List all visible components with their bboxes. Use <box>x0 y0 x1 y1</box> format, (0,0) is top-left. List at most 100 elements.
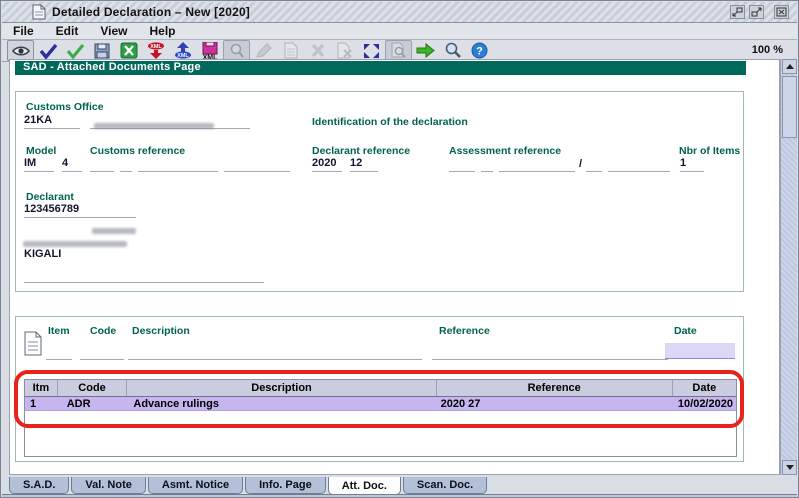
tab-info-page[interactable]: Info. Page <box>245 477 326 494</box>
declaration-panel: Customs Office 21KA Identification of th… <box>15 91 744 292</box>
cell-reference: 2020 27 <box>440 397 481 410</box>
cell-code: ADR <box>66 397 91 410</box>
xml-export-icon[interactable]: XML <box>142 40 169 61</box>
menu-edit[interactable]: Edit <box>45 24 90 38</box>
window-title: Detailed Declaration – New [2020] <box>52 5 251 19</box>
declarant-code-field[interactable]: 123456789 <box>24 203 136 218</box>
date-input[interactable] <box>665 343 735 359</box>
model-label: Model <box>26 145 57 157</box>
customs-ref-number-field[interactable] <box>138 157 218 172</box>
cell-itm: 1 <box>30 397 37 410</box>
assessment-ref-date-field[interactable] <box>608 157 670 172</box>
model-type-field[interactable]: IM <box>24 157 54 172</box>
svg-text:?: ? <box>476 46 483 58</box>
cell-description: Advance rulings <box>133 397 219 410</box>
export-excel-icon[interactable] <box>115 40 142 61</box>
declarant-city: KIGALI <box>24 248 62 260</box>
tab-sad[interactable]: S.A.D. <box>9 477 70 494</box>
redacted-text <box>92 228 136 234</box>
assessment-ref-separator: / <box>579 158 583 170</box>
nbr-of-items-label: Nbr of Items <box>679 145 741 157</box>
vertical-scrollbar[interactable] <box>780 59 797 475</box>
print-preview-icon <box>385 40 412 61</box>
attached-documents-panel: Item Code Description Reference Date Itm… <box>15 316 744 462</box>
titlebar: Detailed Declaration – New [2020] <box>2 2 797 23</box>
cell-date: 10/02/2020 <box>677 397 733 410</box>
menu-view[interactable]: View <box>89 24 138 38</box>
tab-val-note[interactable]: Val. Note <box>71 477 146 494</box>
declarant-ref-number-field[interactable]: 12 <box>350 157 378 172</box>
identification-label: Identification of the declaration <box>312 116 468 128</box>
item-input[interactable] <box>46 345 72 360</box>
tab-asmt-notice[interactable]: Asmt. Notice <box>147 477 244 494</box>
expand-items-icon[interactable] <box>358 40 385 61</box>
description-label: Description <box>132 325 190 337</box>
reference-input[interactable] <box>432 345 668 360</box>
assessment-ref-serial-field[interactable] <box>481 157 493 172</box>
redacted-text <box>94 123 214 129</box>
menu-help[interactable]: Help <box>138 24 186 38</box>
customs-office-code-field[interactable]: 21KA <box>24 114 80 129</box>
customs-ref-date-field[interactable] <box>224 157 290 172</box>
customs-office-label: Customs Office <box>26 101 104 113</box>
description-input[interactable] <box>128 345 422 360</box>
xml-save-icon[interactable]: XML <box>196 40 223 61</box>
declarant-address-field[interactable] <box>24 268 264 283</box>
nbr-of-items-field[interactable]: 1 <box>680 157 704 172</box>
tab-scan-doc[interactable]: Scan. Doc. <box>402 477 488 494</box>
menu-file[interactable]: File <box>2 24 45 38</box>
table-header-row: Itm Code Description Reference Date <box>25 380 736 397</box>
customs-ref-office-field[interactable] <box>90 157 114 172</box>
item-label: Item <box>48 325 70 337</box>
date-label: Date <box>674 325 697 337</box>
attached-documents-table: Itm Code Description Reference Date 1 AD… <box>24 379 737 457</box>
assessment-ref-number-field[interactable] <box>499 157 575 172</box>
svg-text:XML: XML <box>150 44 162 50</box>
declarant-reference-label: Declarant reference <box>312 145 411 157</box>
tab-att-doc[interactable]: Att. Doc. <box>327 477 401 495</box>
redacted-text <box>23 241 127 247</box>
preview-icon <box>223 40 250 61</box>
remove-document-icon <box>331 40 358 61</box>
assessment-ref-office-field[interactable] <box>449 157 475 172</box>
customs-reference-label: Customs reference <box>90 145 186 157</box>
scrollbar-thumb[interactable] <box>782 76 797 138</box>
header-description: Description <box>127 380 437 396</box>
assessment-reference-label: Assessment reference <box>449 145 562 157</box>
menubar: File Edit View Help <box>2 23 797 40</box>
code-label: Code <box>90 325 117 337</box>
model-procedure-field[interactable]: 4 <box>62 157 82 172</box>
maximize-icon[interactable] <box>749 5 764 19</box>
assessment-ref-check-field[interactable] <box>586 157 602 172</box>
edit-pencil-icon <box>250 40 277 61</box>
attached-document-icon <box>24 331 42 356</box>
minimize-icon[interactable] <box>730 5 745 19</box>
verify-check-icon[interactable] <box>61 40 88 61</box>
validate-check-icon[interactable] <box>34 40 61 61</box>
app-window: Detailed Declaration – New [2020] File E… <box>0 0 799 498</box>
customs-office-name-field[interactable] <box>90 114 250 129</box>
scroll-down-icon[interactable] <box>782 460 797 475</box>
table-row[interactable]: 1 ADR Advance rulings 2020 27 10/02/2020 <box>25 397 736 411</box>
reference-label: Reference <box>439 325 490 337</box>
save-icon[interactable] <box>88 40 115 61</box>
view-eye-icon[interactable] <box>7 40 34 61</box>
tab-bar: S.A.D. Val. Note Asmt. Notice Info. Page… <box>9 477 489 495</box>
forward-arrow-icon[interactable] <box>412 40 439 61</box>
page-title: SAD - Attached Documents Page <box>15 61 746 75</box>
copy-document-icon <box>277 40 304 61</box>
scroll-up-icon[interactable] <box>782 59 797 74</box>
code-input[interactable] <box>80 345 124 360</box>
header-itm: Itm <box>25 380 58 396</box>
help-icon[interactable]: ? <box>466 40 493 61</box>
customs-ref-serial-field[interactable] <box>120 157 132 172</box>
document-icon <box>32 4 46 20</box>
close-icon[interactable] <box>774 5 789 19</box>
delete-x-icon <box>304 40 331 61</box>
xml-import-icon[interactable]: XML <box>169 40 196 61</box>
declarant-label: Declarant <box>26 191 74 203</box>
zoom-magnifier-icon[interactable] <box>439 40 466 61</box>
header-code: Code <box>58 380 128 396</box>
declarant-ref-year-field[interactable]: 2020 <box>312 157 342 172</box>
header-date: Date <box>692 382 717 394</box>
